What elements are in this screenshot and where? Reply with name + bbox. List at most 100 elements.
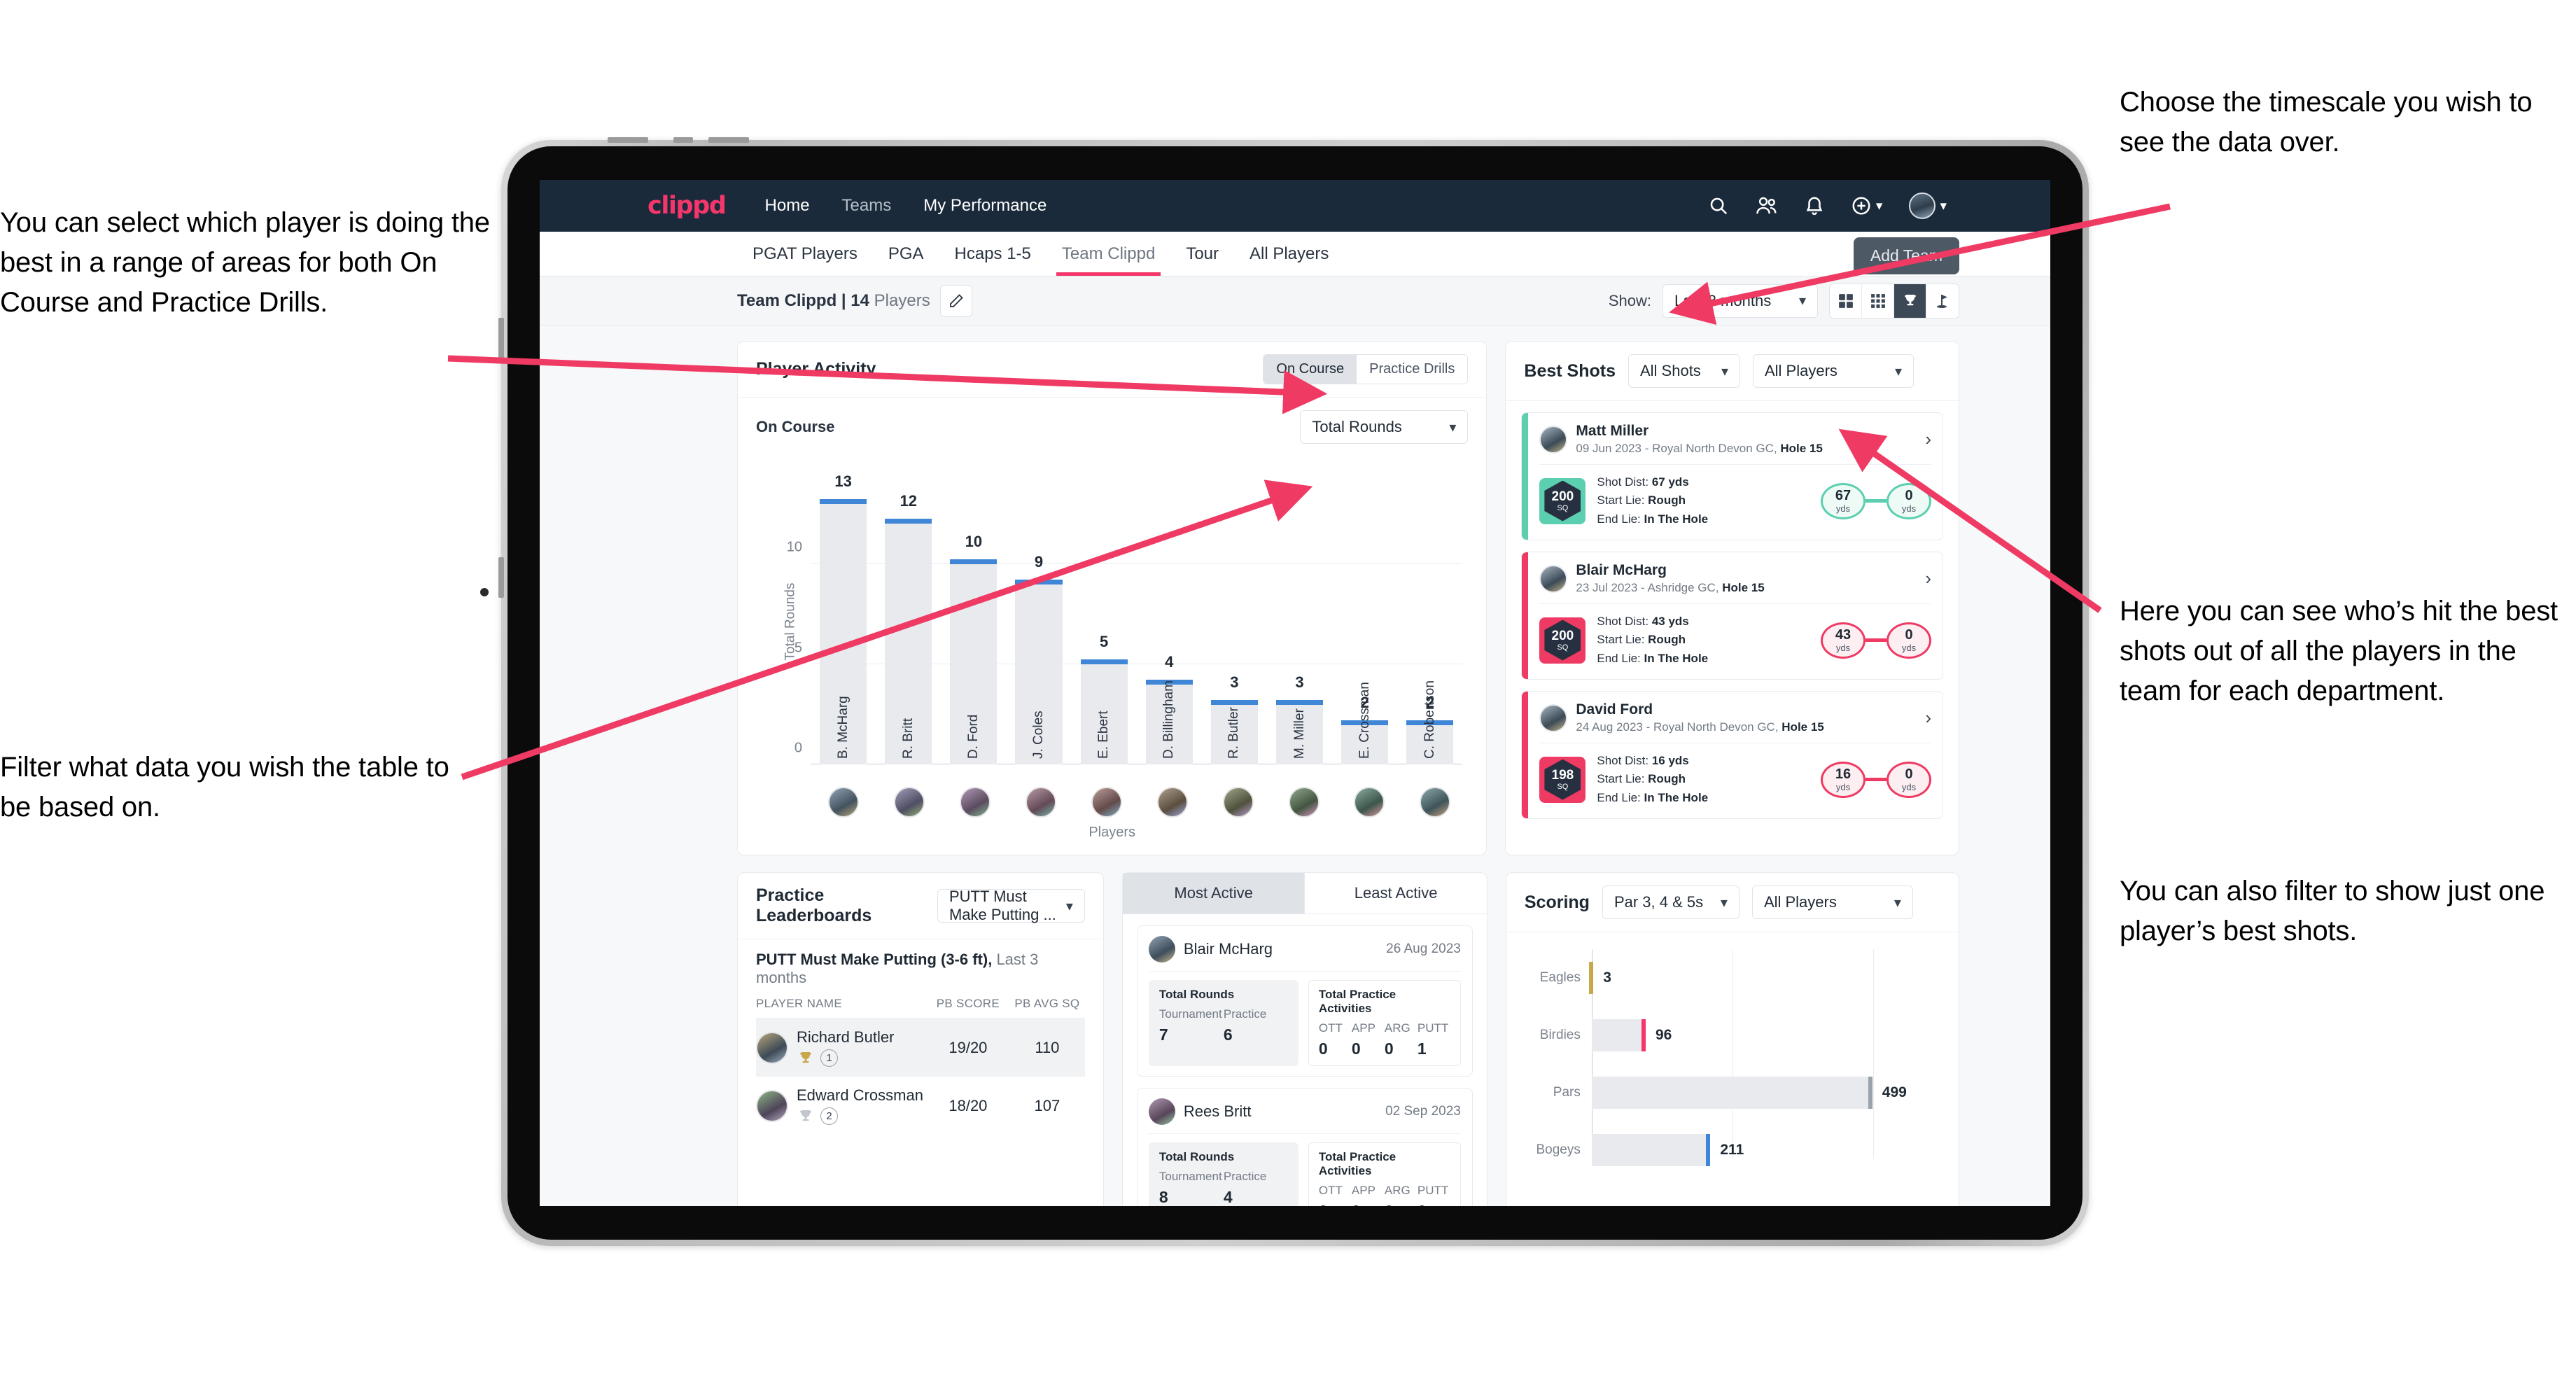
- tab-team-clippd[interactable]: Team Clippd: [1046, 232, 1170, 276]
- chart-bar-slot: 13 B. McHarg: [811, 472, 876, 764]
- distance-to-bubble: 0 yds: [1886, 761, 1931, 798]
- chevron-right-icon[interactable]: ›: [1925, 568, 1931, 589]
- app-label: APP: [1351, 1184, 1376, 1197]
- nav-item-teams[interactable]: Teams: [842, 196, 892, 216]
- player-avatar[interactable]: [893, 787, 925, 818]
- best-shot-item[interactable]: Blair McHarg 23 Jul 2023 - Ashridge GC, H…: [1521, 552, 1943, 680]
- scoring-bar[interactable]: [1591, 1134, 1711, 1166]
- chart-bar-cap: [885, 519, 932, 524]
- chart-bar[interactable]: 10 D. Ford: [950, 533, 997, 764]
- player-avatar[interactable]: [959, 787, 990, 818]
- shot-quality-value: 200: [1551, 628, 1574, 643]
- metric-select[interactable]: Total Rounds ▾: [1300, 410, 1469, 444]
- chart-bar-slot: 4 D. Billingham: [1137, 483, 1202, 764]
- best-shot-details: 198 SQ Shot Dist: 16 yds Start Lie: Rough En…: [1539, 752, 1931, 807]
- tab-pgat-players[interactable]: PGAT Players: [737, 232, 873, 276]
- segment-practice-drills[interactable]: Practice Drills: [1357, 355, 1468, 384]
- shot-quality-value: 198: [1551, 767, 1574, 783]
- golf-flag-icon[interactable]: [1926, 284, 1959, 318]
- clippd-logo[interactable]: clippd: [648, 192, 727, 220]
- tab-tour[interactable]: Tour: [1170, 232, 1234, 276]
- edit-team-button[interactable]: [939, 284, 972, 317]
- chart-bar[interactable]: 2 C. Robertson: [1406, 680, 1454, 764]
- chart-bar[interactable]: 5 E. Ebert: [1080, 633, 1128, 764]
- arg-value: 0: [1385, 1202, 1418, 1206]
- segment-on-course[interactable]: On Course: [1264, 355, 1357, 384]
- best-shot-header: David Ford 24 Aug 2023 - Royal North Devo…: [1539, 701, 1931, 734]
- best-shot-item[interactable]: Matt Miller 09 Jun 2023 - Royal North Dev…: [1521, 412, 1943, 541]
- divider: [1148, 1133, 1461, 1134]
- table-row[interactable]: Edward Crossman 2 18/20 107: [756, 1077, 1085, 1135]
- activity-item[interactable]: Rees Britt 02 Sep 2023 Total Rounds Tournam…: [1136, 1088, 1473, 1206]
- start-lie-value: Rough: [1648, 772, 1686, 786]
- player-avatar[interactable]: [1025, 787, 1056, 818]
- drill-select[interactable]: PUTT Must Make Putting ... ▾: [937, 888, 1085, 923]
- tournament-col: Tournament 7: [1159, 1007, 1224, 1044]
- activity-item[interactable]: Blair McHarg 26 Aug 2023 Total Rounds Tourn…: [1136, 925, 1473, 1077]
- tab-least-active[interactable]: Least Active: [1305, 873, 1486, 913]
- tab-pga[interactable]: PGA: [873, 232, 939, 276]
- chart-bar[interactable]: 4 D. Billingham: [1145, 653, 1193, 764]
- shot-quality-hexagon: 200 SQ: [1544, 620, 1581, 661]
- chevron-down-icon[interactable]: ▾: [1876, 198, 1883, 214]
- best-shots-player-select[interactable]: All Players ▾: [1752, 354, 1914, 388]
- shot-type-select[interactable]: All Shots ▾: [1628, 354, 1740, 388]
- search-icon[interactable]: [1708, 195, 1729, 216]
- avatar[interactable]: ▾: [1909, 192, 1947, 219]
- practice-activities-box: Total Practice Activities OTT 0 APP 0 ARG 0 PUT…: [1308, 980, 1461, 1066]
- chart-bar[interactable]: 13 B. McHarg: [820, 472, 867, 764]
- player-avatar[interactable]: [1222, 787, 1254, 818]
- chart-bar[interactable]: 9 J. Coles: [1015, 553, 1063, 764]
- tablet-side-button-2: [498, 557, 504, 598]
- tab-all-players[interactable]: All Players: [1234, 232, 1344, 276]
- scoring-player-select[interactable]: All Players ▾: [1751, 886, 1913, 919]
- row-pb-score: 19/20: [948, 1038, 988, 1056]
- par-filter-select[interactable]: Par 3, 4 & 5s ▾: [1602, 886, 1740, 919]
- start-lie-row: Start Lie: Rough: [1597, 493, 1686, 507]
- chart-bar-slot: 3 R. Butler: [1202, 483, 1267, 764]
- player-avatar[interactable]: [1354, 787, 1385, 818]
- row-rank-badge: 2: [797, 1107, 923, 1125]
- plus-circle-icon[interactable]: ▾: [1851, 195, 1883, 216]
- best-shot-stats: Shot Dist: 67 yds Start Lie: Rough End Lie…: [1597, 473, 1708, 528]
- chevron-right-icon[interactable]: ›: [1925, 707, 1931, 729]
- player-avatar[interactable]: [1420, 787, 1451, 818]
- people-icon[interactable]: [1756, 195, 1778, 216]
- activity-item-header: Rees Britt 02 Sep 2023: [1148, 1098, 1461, 1125]
- chart-bar[interactable]: 2 E. Crossman: [1341, 682, 1389, 764]
- best-shot-item[interactable]: David Ford 24 Aug 2023 - Royal North Devo…: [1521, 691, 1943, 820]
- grid-2x2-icon[interactable]: [1830, 284, 1862, 318]
- tab-most-active[interactable]: Most Active: [1122, 873, 1306, 913]
- chart-bar[interactable]: 3 M. Miller: [1276, 673, 1324, 764]
- add-team-button[interactable]: Add Team: [1853, 237, 1959, 274]
- tab-hcaps-1-5[interactable]: Hcaps 1-5: [939, 232, 1046, 276]
- chart-player-avatars: [811, 787, 1468, 818]
- distance-to-unit: yds: [1901, 643, 1917, 654]
- nav-item-my-performance[interactable]: My Performance: [923, 196, 1046, 216]
- player-avatar[interactable]: [1091, 787, 1122, 818]
- player-avatar[interactable]: [1288, 787, 1320, 818]
- chart-bar[interactable]: 12 R. Britt: [885, 492, 932, 764]
- chart-bar[interactable]: 3 R. Butler: [1210, 673, 1258, 764]
- scoring-bar[interactable]: [1591, 1077, 1872, 1109]
- grid-3x3-icon[interactable]: [1862, 284, 1894, 318]
- timescale-select[interactable]: Last 3 months ▾: [1662, 284, 1818, 318]
- scoring-bar[interactable]: [1591, 1019, 1646, 1051]
- shot-quality-value: 200: [1551, 489, 1574, 504]
- best-shot-identity: Matt Miller 09 Jun 2023 - Royal North Dev…: [1576, 423, 1822, 456]
- activity-item-header: Blair McHarg 26 Aug 2023: [1148, 936, 1461, 962]
- practice-col: Practice 6: [1224, 1007, 1288, 1044]
- dashboard-row-bottom: Practice Leaderboards PUTT Must Make Put…: [737, 872, 1959, 1206]
- chevron-down-icon[interactable]: ▾: [1940, 198, 1947, 214]
- chart-avatar-slot: [1402, 787, 1468, 818]
- chart-bar-cap: [1015, 579, 1063, 584]
- chart-bar-slot: 3 M. Miller: [1267, 483, 1332, 764]
- player-avatar[interactable]: [827, 787, 859, 818]
- nav-item-home[interactable]: Home: [765, 196, 810, 216]
- chevron-right-icon[interactable]: ›: [1925, 428, 1931, 450]
- player-avatar[interactable]: [1156, 787, 1188, 818]
- table-row[interactable]: Richard Butler 1 19/20 110: [756, 1018, 1085, 1077]
- trophy-icon[interactable]: [1894, 284, 1926, 318]
- activity-card: Most Active Least Active Blair McHarg 26 …: [1121, 872, 1488, 1206]
- bell-icon[interactable]: [1805, 195, 1824, 216]
